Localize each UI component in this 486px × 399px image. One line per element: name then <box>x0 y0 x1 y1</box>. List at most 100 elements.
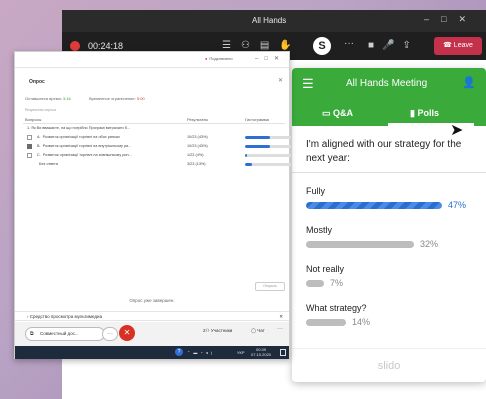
slido-panel: ☰ All Hands Meeting 👤 ▭ Q&A ▮ Polls ➤ I'… <box>292 68 486 382</box>
participants-count: 2 <box>203 328 206 333</box>
taskbar-clock[interactable]: 00:39 07.10.2020 <box>251 347 271 357</box>
more-icon[interactable]: ··· <box>277 326 283 332</box>
connection-status: Подключено <box>205 56 232 61</box>
media-viewer-text: Средство просмотра мультимедиа <box>29 314 103 319</box>
poll-heading: Опрос <box>29 79 45 85</box>
user-icon[interactable]: 👤 <box>462 76 476 89</box>
chat-label: Чат <box>257 328 265 333</box>
time-limit: Временное ограничение: 5:00 <box>89 96 145 101</box>
language-indicator[interactable]: УКР <box>237 350 245 355</box>
close-icon[interactable]: ✕ <box>278 77 283 84</box>
poll-option-label: What strategy? <box>306 303 367 313</box>
meeting-title: All Hands Meeting <box>346 78 428 89</box>
poll-option-bar <box>306 280 324 287</box>
histogram-bar <box>245 145 291 148</box>
answer-result: 1/23 (4%) <box>187 153 204 157</box>
histogram-bar <box>245 163 291 166</box>
poll-option-bar-fill <box>306 319 346 326</box>
share-results-button[interactable]: Открыть <box>255 282 285 291</box>
column-histogram: Гистограмма <box>245 117 269 122</box>
question-title-row: 1. Як Ви вважаєте, на що потрібно Програ… <box>23 125 285 133</box>
time-limit-value: 5:00 <box>136 96 145 101</box>
histogram-bar <box>245 136 291 139</box>
results-table-header: Вопросы Результаты Гистограмма <box>23 115 285 124</box>
answer-result: 10/23 (43%) <box>187 135 208 139</box>
window-title: All Hands <box>252 16 287 25</box>
answer-checkbox <box>27 153 32 158</box>
leave-button[interactable]: ☎ Leave <box>434 37 482 55</box>
poll-option: Not really 7% <box>306 264 482 296</box>
zoom-poll-window: Подключено –□✕ Опрос ✕ Оставшееся время:… <box>14 51 291 359</box>
more-icon[interactable]: ··· <box>344 38 354 49</box>
meeting-controls-bar: ⧉ Совместный дос... ··· ✕ 2⚇ Участники ◯… <box>15 322 289 346</box>
more-options-button[interactable]: ··· <box>102 327 118 341</box>
table-row: A. Розвиток організації торгівлі на обох … <box>23 134 291 142</box>
leave-label: Leave <box>453 42 473 49</box>
clock-date: 07.10.2020 <box>251 352 272 357</box>
remaining-time: Оставшееся время: 3:16 <box>25 96 71 101</box>
answer-letter: A. <box>37 135 41 139</box>
media-controls[interactable]: ■🎤⇪ <box>368 40 419 51</box>
answer-label: Розвиток організації торгівлі на внутріш… <box>42 144 132 148</box>
recording-timer: 00:24:18 <box>88 41 124 51</box>
answer-label: Без ответа <box>39 162 58 166</box>
poll-window-titlebar: Подключено –□✕ <box>15 52 289 68</box>
window-controls[interactable]: –□✕ <box>424 14 478 25</box>
tray-icons[interactable]: ⌃▬◔◂) <box>187 350 215 355</box>
toolbar-icons[interactable]: ☰⚇▤✋ <box>222 40 302 51</box>
histogram-bar-fill <box>245 154 248 157</box>
answer-result: 3/23 (13%) <box>187 162 206 166</box>
answer-letter: C. <box>37 153 41 157</box>
answer-result: 10/23 (43%) <box>187 144 208 148</box>
answer-text: Без ответа <box>37 162 58 166</box>
divider <box>292 172 486 173</box>
slido-app-icon[interactable]: S <box>313 37 331 55</box>
help-icon[interactable]: ? <box>175 348 183 356</box>
histogram-bar-fill <box>245 163 253 166</box>
participants-button[interactable]: 2⚇ Участники <box>203 328 232 334</box>
poll-option: Fully 47% <box>306 186 482 218</box>
poll-option-bar-fill <box>306 241 414 248</box>
end-call-button[interactable]: ✕ <box>119 325 135 341</box>
table-row: Без ответа 3/23 (13%) <box>23 161 291 169</box>
slido-logo: slido <box>292 348 486 382</box>
close-icon[interactable]: ✕ <box>279 314 283 320</box>
tab-polls[interactable]: ▮ Polls <box>410 108 439 119</box>
share-screen-label: Совместный дос... <box>40 331 79 336</box>
question-title: 1. Як Ви вважаєте, на що потрібно Програ… <box>27 126 131 130</box>
histogram-bar-fill <box>245 136 270 139</box>
poll-option-bar-fill <box>306 280 324 287</box>
poll-option: Mostly 32% <box>306 225 482 257</box>
answer-label: Розвиток організації торгівлі на обох ри… <box>42 135 120 139</box>
table-row: B. Розвиток організації торгівлі на внутр… <box>23 143 291 151</box>
answer-checkbox <box>27 135 32 140</box>
participants-label: Участники <box>210 328 233 333</box>
poll-option-percent: 14% <box>352 317 371 327</box>
remaining-label: Оставшееся время: <box>25 96 62 101</box>
answer-text: C. Розвиток організації торгівлі на зовні… <box>37 153 132 157</box>
remaining-value: 3:16 <box>62 96 71 101</box>
media-viewer-label: › Средство просмотра мультимедиа <box>27 314 103 319</box>
poll-option-bar-fill <box>306 202 442 209</box>
menu-icon[interactable]: ☰ <box>302 76 314 92</box>
histogram-bar-fill <box>245 145 270 148</box>
histogram-bar <box>245 154 291 157</box>
poll-option-bar <box>306 202 442 209</box>
answer-checkbox <box>27 144 32 149</box>
chat-button[interactable]: ◯ Чат <box>251 328 265 334</box>
poll-option-percent: 32% <box>420 239 439 249</box>
window-controls[interactable]: –□✕ <box>255 55 285 62</box>
answer-text: B. Розвиток організації торгівлі на внутр… <box>37 144 131 148</box>
answer-label: Розвиток організації торгівлі на зовнішн… <box>42 153 132 157</box>
recording-icon <box>70 41 80 51</box>
poll-option: What strategy? 14% <box>306 303 482 335</box>
window-titlebar: All Hands –□✕ <box>62 10 486 32</box>
share-screen-button[interactable]: ⧉ Совместный дос... <box>25 327 105 341</box>
mouse-cursor-icon: ➤ <box>450 122 464 139</box>
poll-option-label: Fully <box>306 186 326 196</box>
tab-qa[interactable]: ▭ Q&A <box>322 108 353 119</box>
media-viewer-bar[interactable]: › Средство просмотра мультимедиа ✕ <box>15 311 289 321</box>
poll-option-bar <box>306 319 346 326</box>
notification-icon[interactable] <box>280 349 286 356</box>
windows-taskbar: ? ⌃▬◔◂) УКР 00:39 07.10.2020 <box>15 346 289 359</box>
